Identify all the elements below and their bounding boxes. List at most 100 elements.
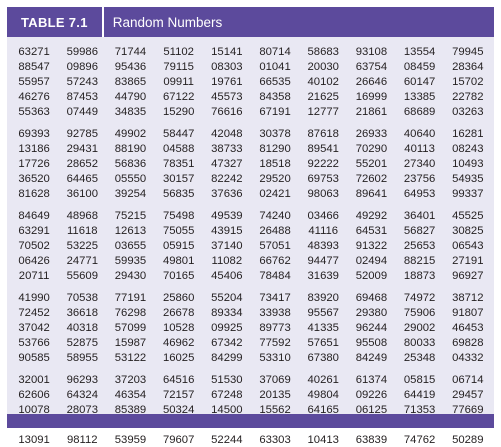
random-number-cell: 37140: [211, 239, 243, 252]
random-number-cell: 87453: [66, 90, 98, 103]
random-number-cell: 22782: [452, 90, 484, 103]
table-row: 46276 87453 44790 67122 45573 84358 21625 16999…: [10, 89, 494, 104]
random-number-cell: 09925: [211, 321, 243, 334]
random-number-cell: 38733: [211, 142, 243, 155]
random-number-cell: 56835: [162, 187, 195, 200]
random-number-cell: 32001: [18, 373, 50, 386]
random-number-cell: 64516: [162, 373, 195, 386]
random-number-cell: 67122: [162, 90, 195, 103]
random-number-cell: 87618: [307, 127, 339, 140]
random-number-cell: 92222: [307, 157, 339, 170]
random-number-cell: 03655: [114, 239, 147, 252]
random-number-cell: 10528: [162, 321, 195, 334]
random-number-cell: 30157: [162, 172, 195, 185]
random-number-cell: 58683: [307, 45, 339, 58]
random-number-cell: 52244: [211, 433, 243, 446]
random-number-cell: 29002: [403, 321, 436, 334]
random-number-cell: 30378: [259, 127, 291, 140]
table-row: 69393 92785 49902 58447 42048 30378 87618 26933…: [10, 126, 494, 141]
random-number-cell: 16999: [355, 90, 388, 103]
random-number-cell: 40113: [404, 142, 435, 155]
random-number-cell: 25348: [403, 351, 436, 364]
random-number-cell: 70502: [18, 239, 50, 252]
random-number-cell: 27340: [403, 157, 436, 170]
random-number-cell: 10493: [452, 157, 484, 170]
random-number-cell: 03466: [307, 209, 339, 222]
random-number-cell: 92785: [66, 127, 98, 140]
random-number-cell: 18518: [259, 157, 291, 170]
random-number-cell: 84358: [259, 90, 291, 103]
random-number-cell: 40640: [403, 127, 436, 140]
random-number-cell: 36100: [66, 187, 98, 200]
random-number-cell: 67342: [211, 336, 243, 349]
random-numbers-table: TABLE 7.1 Random Numbers 63271 59986 71744…: [7, 7, 494, 446]
random-number-cell: 29430: [114, 269, 147, 282]
random-number-cell: 33938: [259, 306, 291, 319]
number-block: 69393 92785 49902 58447 42048 30378 87618 26933…: [10, 126, 494, 201]
random-number-cell: 76616: [211, 105, 243, 118]
random-number-cell: 30825: [452, 224, 484, 237]
random-number-cell: 17726: [18, 157, 50, 170]
random-number-cell: 47327: [211, 157, 243, 170]
random-number-cell: 69393: [18, 127, 50, 140]
random-number-cell: 73417: [259, 291, 291, 304]
random-number-cell: 25653: [403, 239, 436, 252]
random-number-cell: 49902: [114, 127, 147, 140]
table-row: 32001 96293 37203 64516 51530 37069 40261 61374…: [10, 372, 494, 387]
table-row: 36520 64465 05550 30157 82242 29520 69753 72602…: [10, 171, 494, 186]
random-number-cell: 41116: [308, 224, 339, 237]
random-number-cell: 75215: [114, 209, 147, 222]
random-number-cell: 13091: [18, 433, 50, 446]
random-number-cell: 88215: [403, 254, 436, 267]
number-block: 63271 59986 71744 51102 15141 80714 58683 93108…: [10, 44, 494, 119]
random-number-cell: 43915: [211, 224, 243, 237]
random-number-cell: 61374: [355, 373, 388, 386]
random-number-cell: 45406: [211, 269, 243, 282]
random-number-cell: 21861: [355, 105, 388, 118]
random-number-cell: 03263: [452, 105, 484, 118]
random-number-cell: 64531: [355, 224, 388, 237]
table-row: 84649 48968 75215 75498 49539 74240 03466 49292…: [10, 208, 494, 223]
table-row: 20711 55609 29430 70165 45406 78484 31639 52009…: [10, 268, 494, 283]
random-number-cell: 55363: [18, 105, 50, 118]
random-number-cell: 37042: [18, 321, 50, 334]
number-block: 84649 48968 75215 75498 49539 74240 03466 49292…: [10, 208, 494, 283]
table-row: 13186 29431 88190 04588 38733 81290 89541 70290…: [10, 141, 494, 156]
random-number-cell: 75498: [162, 209, 195, 222]
random-number-cell: 53959: [114, 433, 147, 446]
random-number-cell: 79945: [452, 45, 484, 58]
random-number-cell: 05815: [403, 373, 436, 386]
random-number-cell: 42048: [211, 127, 243, 140]
random-number-cell: 75906: [403, 306, 436, 319]
table-row: 62606 64324 46354 72157 67248 20135 49804 09226…: [10, 387, 494, 402]
random-number-cell: 26488: [259, 224, 291, 237]
random-number-cell: 13385: [403, 90, 436, 103]
random-number-cell: 66535: [259, 75, 291, 88]
random-number-cell: 96244: [355, 321, 388, 334]
random-number-cell: 04332: [452, 351, 484, 364]
table-label: TABLE 7.1: [21, 14, 88, 30]
random-number-cell: 46276: [18, 90, 50, 103]
random-number-cell: 02494: [355, 254, 388, 267]
random-number-cell: 56836: [114, 157, 147, 170]
random-number-cell: 64465: [66, 172, 98, 185]
random-number-cell: 88547: [18, 60, 50, 73]
table-row: 63271 59986 71744 51102 15141 80714 58683 93108…: [10, 44, 494, 59]
random-number-cell: 23756: [403, 172, 436, 185]
random-number-cell: 15987: [114, 336, 147, 349]
random-number-cell: 55201: [355, 157, 388, 170]
table-row: 55957 57243 83865 09911 19761 66535 40102 26646…: [10, 74, 494, 89]
title-separator: [101, 7, 104, 37]
random-number-cell: 54935: [452, 172, 484, 185]
random-number-cell: 71744: [114, 45, 147, 58]
random-number-cell: 69828: [452, 336, 484, 349]
random-number-cell: 15702: [452, 75, 484, 88]
random-number-cell: 16281: [452, 127, 484, 140]
random-number-cell: 16025: [162, 351, 195, 364]
random-number-cell: 18873: [403, 269, 436, 282]
random-number-cell: 91322: [355, 239, 388, 252]
random-number-cell: 79607: [162, 433, 195, 446]
random-number-cell: 45573: [211, 90, 243, 103]
random-number-cell: 15290: [162, 105, 195, 118]
random-number-cell: 41990: [18, 291, 50, 304]
